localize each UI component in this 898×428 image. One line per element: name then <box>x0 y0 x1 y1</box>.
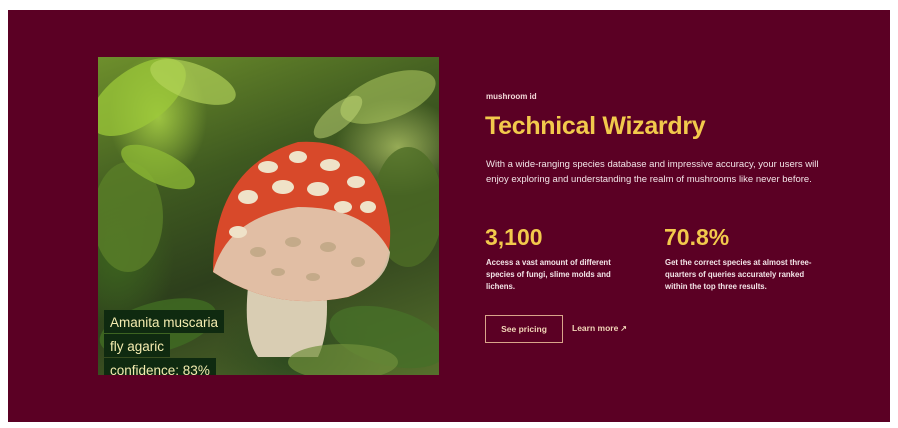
stat-species-count: 3,100 <box>485 224 543 250</box>
arrow-up-right-icon: ↗ <box>620 324 627 333</box>
stat-accuracy-description: Get the correct species at almost three-… <box>665 258 812 291</box>
see-pricing-label: See pricing <box>501 324 547 334</box>
mushroom-photo: Amanita muscaria fly agaric confidence: … <box>98 57 439 375</box>
section-eyebrow: mushroom id <box>486 92 537 101</box>
species-tag: Amanita muscaria <box>104 310 225 333</box>
section-headline: Technical Wizardry <box>485 112 706 140</box>
see-pricing-button[interactable]: See pricing <box>485 315 563 343</box>
common-name-tag: fly agaric <box>104 334 171 357</box>
stat-accuracy: 70.8% <box>664 224 730 250</box>
section-description: With a wide-ranging species database and… <box>486 159 819 185</box>
confidence-tag: confidence: 83% <box>104 358 216 375</box>
stat-species-description: Access a vast amount of different specie… <box>486 258 611 291</box>
learn-more-link[interactable]: Learn more ↗ <box>572 323 627 333</box>
learn-more-label: Learn more <box>572 323 619 333</box>
